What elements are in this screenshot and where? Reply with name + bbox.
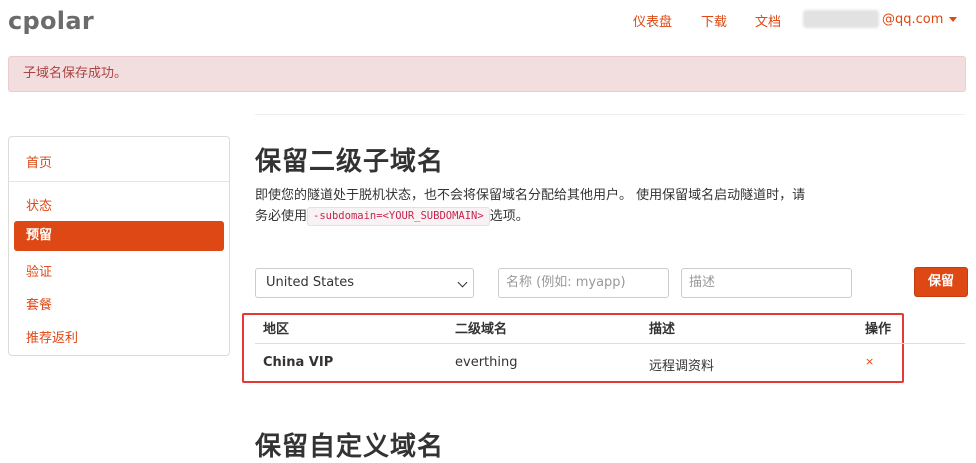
blurred-username bbox=[803, 10, 879, 28]
table-cell-subdomain: everthing bbox=[455, 355, 518, 370]
table-header-action: 操作 bbox=[865, 322, 892, 337]
region-select-value: United States bbox=[266, 275, 355, 290]
cpolar-logo[interactable]: cpolar bbox=[8, 7, 94, 35]
page-title: 保留二级子域名 bbox=[255, 147, 445, 177]
subdomain-code: -subdomain=<YOUR_SUBDOMAIN> bbox=[307, 207, 490, 226]
save-button[interactable]: 保留 bbox=[914, 267, 968, 297]
delete-icon[interactable]: × bbox=[865, 355, 874, 368]
sidebar-item-home[interactable]: 首页 bbox=[9, 152, 229, 171]
sidebar-item-plan[interactable]: 套餐 bbox=[9, 294, 229, 313]
region-select[interactable]: United States bbox=[255, 268, 474, 298]
description-text-2: 选项。 bbox=[489, 209, 529, 224]
chevron-down-icon bbox=[457, 277, 468, 288]
nav-dashboard-link[interactable]: 仪表盘 bbox=[633, 11, 672, 30]
user-email: @qq.com bbox=[882, 11, 944, 27]
description-input[interactable]: 描述 bbox=[681, 268, 852, 298]
sidebar-item-verify[interactable]: 验证 bbox=[9, 261, 229, 280]
divider bbox=[255, 114, 965, 115]
sidebar-item-referral[interactable]: 推荐返利 bbox=[9, 327, 229, 346]
subdomain-name-input[interactable]: 名称 (例如: myapp) bbox=[498, 268, 669, 298]
description: 即使您的隧道处于脱机状态，也不会将保留域名分配给其他用户。 使用保留域名启动隧道… bbox=[255, 185, 815, 227]
table-cell-description: 远程调资料 bbox=[649, 359, 715, 374]
sidebar-divider bbox=[9, 181, 229, 182]
nav-docs-link[interactable]: 文档 bbox=[755, 11, 781, 30]
table-header-description: 描述 bbox=[649, 322, 676, 337]
caret-down-icon bbox=[949, 16, 958, 22]
table-header-region: 地区 bbox=[263, 322, 290, 337]
table-cell-region: China VIP bbox=[263, 355, 334, 370]
highlight-box bbox=[242, 313, 904, 383]
sidebar: 首页 状态 预留 验证 套餐 推荐返利 bbox=[8, 136, 230, 356]
success-alert: 子域名保存成功。 bbox=[8, 56, 966, 92]
user-menu[interactable]: @qq.com bbox=[803, 10, 958, 28]
section-title-custom-domain: 保留自定义域名 bbox=[255, 432, 445, 462]
nav-download-link[interactable]: 下载 bbox=[701, 11, 727, 30]
sidebar-item-status[interactable]: 状态 bbox=[9, 195, 229, 214]
table-header-subdomain: 二级域名 bbox=[455, 322, 508, 337]
sidebar-item-reserved[interactable]: 预留 bbox=[14, 221, 224, 251]
table-row-divider bbox=[255, 343, 965, 344]
